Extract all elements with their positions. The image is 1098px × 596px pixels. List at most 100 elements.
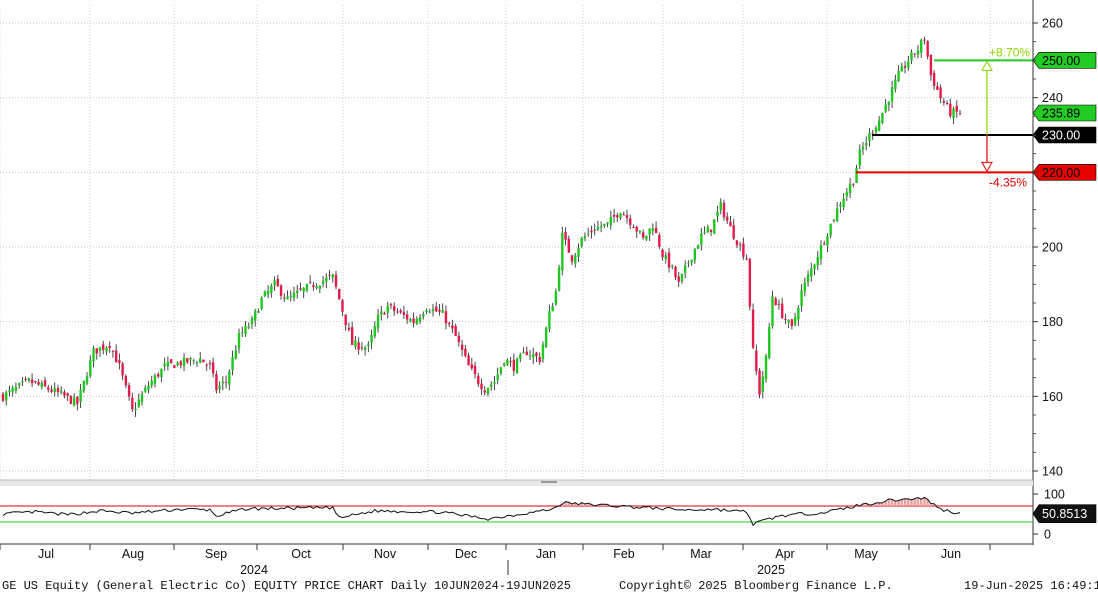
candle-body <box>590 230 593 233</box>
price-gridlines <box>0 5 1033 480</box>
candle-body <box>894 79 897 90</box>
candle-body <box>250 318 254 325</box>
candle-body <box>942 100 946 103</box>
last-price-label: 235.89 <box>1042 107 1080 121</box>
candle-body <box>72 397 76 406</box>
x-tick-label-month: Apr <box>775 547 794 561</box>
candle-body <box>169 359 173 363</box>
candle-body <box>797 307 800 320</box>
candle-body <box>932 72 936 86</box>
x-tick-label-month: May <box>854 547 878 561</box>
candle-body <box>140 394 144 402</box>
plot-area <box>0 5 1033 480</box>
candle-body <box>541 344 545 360</box>
candle-body <box>354 340 357 347</box>
candle-body <box>900 66 904 72</box>
candle-body <box>211 362 215 374</box>
candle-body <box>780 303 784 319</box>
candle-body <box>66 393 69 396</box>
candle-body <box>583 236 587 239</box>
candle-body <box>671 265 674 267</box>
candle-body <box>144 387 147 392</box>
candle-body <box>729 221 732 227</box>
candle-body <box>777 303 781 305</box>
candle-body <box>179 361 183 366</box>
candle-body <box>127 385 131 397</box>
x-tick-label-month: Aug <box>122 547 144 561</box>
footer-timestamp: 19-Jun-2025 16:49:12 <box>964 579 1098 593</box>
candle-body <box>328 274 331 276</box>
candle-body <box>447 323 451 325</box>
candle-body <box>816 257 819 266</box>
candle-body <box>464 348 467 356</box>
candle-body <box>629 218 632 225</box>
candle-body <box>105 347 108 352</box>
candle-body <box>803 282 807 292</box>
candle-body <box>89 359 92 377</box>
candle-body <box>418 317 422 322</box>
candle-body <box>299 288 302 290</box>
level-tag-label: 250.00 <box>1042 54 1080 68</box>
candle-body <box>5 392 8 401</box>
candle-body <box>383 312 386 315</box>
candle-body <box>499 367 503 374</box>
candle-body <box>160 368 163 378</box>
candle-body <box>761 376 764 393</box>
candle-body <box>887 101 891 106</box>
candle-body <box>14 387 18 391</box>
candle-body <box>493 382 496 384</box>
x-tick-label-month: Jan <box>536 547 556 561</box>
candle-body <box>515 358 519 374</box>
candle-body <box>865 142 868 146</box>
candle-body <box>396 311 399 313</box>
candle-body <box>8 390 11 393</box>
candle-body <box>153 375 157 384</box>
candle-body <box>638 231 642 233</box>
candle-body <box>958 113 962 115</box>
candle-body <box>664 255 667 260</box>
candle-body <box>412 318 415 324</box>
y-tick-label: 220 <box>1042 166 1063 180</box>
candle-body <box>350 327 354 345</box>
x-tick-label-month: Mar <box>690 547 712 561</box>
candle-body <box>713 219 716 234</box>
candle-body <box>855 168 858 183</box>
candle-body <box>315 286 318 289</box>
candle-body <box>800 290 803 307</box>
candle-body <box>823 243 826 245</box>
candle-body <box>221 381 225 384</box>
candle-body <box>706 227 710 233</box>
candle-body <box>279 285 283 296</box>
x-tick-label-month: Dec <box>455 547 477 561</box>
candle-body <box>334 274 338 287</box>
candle-body <box>477 375 480 385</box>
candle-body <box>373 326 377 337</box>
candle-body <box>609 217 613 226</box>
upside-percent-label: +8.70% <box>989 45 1030 59</box>
candle-body <box>302 287 305 292</box>
candle-body <box>283 297 286 299</box>
candle-body <box>286 296 289 300</box>
candle-body <box>645 235 648 240</box>
candle-body <box>202 359 205 363</box>
candle-body <box>205 364 208 366</box>
candle-body <box>118 360 121 364</box>
candle-body <box>270 285 273 293</box>
candle-body <box>658 234 661 247</box>
candle-body <box>24 378 27 380</box>
candle-body <box>861 146 865 150</box>
candle-body <box>69 396 73 404</box>
candle-body <box>625 215 629 219</box>
candle-body <box>648 228 651 235</box>
candle-body <box>215 374 218 391</box>
footer-security-title: GE US Equity (General Electric Co) EQUIT… <box>2 579 571 593</box>
candle-body <box>544 327 548 347</box>
candle-body <box>228 371 231 385</box>
candle-body <box>680 273 684 282</box>
candle-body <box>244 325 247 334</box>
candle-body <box>768 326 771 358</box>
candle-body <box>654 227 658 233</box>
candle-body <box>457 335 461 342</box>
x-tick-label-month: Feb <box>613 547 635 561</box>
candle-body <box>438 309 441 312</box>
